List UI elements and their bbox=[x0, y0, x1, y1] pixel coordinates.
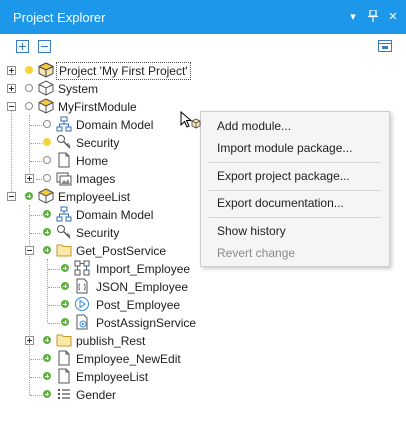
tree-connector bbox=[30, 233, 42, 234]
tree-connector bbox=[11, 106, 12, 198]
page-icon bbox=[56, 350, 72, 366]
status-dot bbox=[25, 66, 33, 74]
tree-connector bbox=[30, 161, 42, 162]
panel-title: Project Explorer bbox=[13, 10, 106, 25]
tree-connector bbox=[30, 125, 42, 126]
tree-connector bbox=[48, 323, 60, 324]
menu-revert-change: Revert change bbox=[217, 246, 296, 260]
tree-item-label: Domain Model bbox=[76, 118, 154, 132]
enumeration-icon bbox=[56, 386, 72, 402]
menu-export-documentation[interactable]: Export documentation... bbox=[217, 196, 344, 210]
status-dot bbox=[25, 192, 33, 200]
tree-connector bbox=[36, 179, 42, 180]
service-icon bbox=[74, 314, 90, 330]
tree-item-label: Gender bbox=[76, 388, 117, 402]
menu-export-project-package[interactable]: Export project package... bbox=[217, 169, 350, 183]
tree-item-label: EmployeeList bbox=[76, 370, 149, 384]
expand-all-icon[interactable] bbox=[16, 40, 29, 53]
status-dot bbox=[43, 174, 51, 182]
menu-show-history[interactable]: Show history bbox=[217, 224, 286, 238]
key-icon bbox=[56, 224, 72, 240]
status-dot bbox=[61, 282, 69, 290]
tree-connector bbox=[30, 215, 42, 216]
page-icon bbox=[56, 368, 72, 384]
mouse-cursor-icon bbox=[180, 110, 202, 134]
tree-item-label: Import_Employee bbox=[96, 262, 191, 276]
status-dot bbox=[61, 318, 69, 326]
tree-item-label: Project 'My First Project' bbox=[56, 62, 191, 80]
status-dot bbox=[43, 228, 51, 236]
panel-titlebar: Project Explorer ▾ ✕ bbox=[0, 0, 406, 34]
menu-separator bbox=[209, 190, 381, 191]
tree-item-label: EmployeeList bbox=[58, 190, 131, 204]
status-dot bbox=[61, 300, 69, 308]
dropdown-icon[interactable]: ▾ bbox=[346, 10, 360, 24]
tree-connector bbox=[30, 143, 42, 144]
module-icon bbox=[38, 188, 54, 204]
tree-item-label: Post_Employee bbox=[96, 298, 181, 312]
tree-item-label: Images bbox=[76, 172, 116, 186]
tree-item-label: Security bbox=[76, 226, 120, 240]
tree-item-label: Get_PostService bbox=[76, 244, 167, 258]
status-dot bbox=[43, 372, 51, 380]
domain-model-icon bbox=[56, 116, 72, 132]
expand-toggle[interactable] bbox=[25, 174, 34, 183]
expand-toggle[interactable] bbox=[7, 84, 16, 93]
status-dot bbox=[43, 156, 51, 164]
module-icon bbox=[38, 80, 54, 96]
tree-connector bbox=[30, 359, 42, 360]
status-dot bbox=[25, 102, 33, 110]
collapse-all-icon[interactable] bbox=[38, 40, 51, 53]
tree-connector bbox=[30, 395, 42, 396]
tree-item-label: Employee_NewEdit bbox=[76, 352, 181, 366]
status-dot bbox=[43, 138, 51, 146]
status-dot bbox=[43, 210, 51, 218]
tree-item-label: PostAssignService bbox=[96, 316, 197, 330]
status-dot bbox=[43, 336, 51, 344]
sync-editor-icon[interactable] bbox=[378, 40, 392, 52]
status-dot bbox=[43, 354, 51, 362]
project-icon bbox=[38, 62, 54, 78]
microflow-icon bbox=[74, 296, 90, 312]
explorer-toolbar bbox=[0, 34, 406, 60]
tree-item-label: Domain Model bbox=[76, 208, 154, 222]
expand-toggle[interactable] bbox=[7, 66, 16, 75]
tree-item-label: publish_Rest bbox=[76, 334, 146, 348]
images-icon bbox=[56, 170, 72, 186]
tree-item-label: System bbox=[58, 82, 99, 96]
close-icon[interactable]: ✕ bbox=[386, 10, 400, 24]
tree-connector bbox=[48, 269, 60, 270]
pin-icon[interactable] bbox=[366, 9, 380, 26]
module-icon bbox=[38, 98, 54, 114]
tree-item-label: MyFirstModule bbox=[58, 100, 137, 114]
collapse-toggle[interactable] bbox=[25, 246, 34, 255]
import-mapping-icon bbox=[74, 260, 90, 276]
key-icon bbox=[56, 134, 72, 150]
tree-connector bbox=[48, 287, 60, 288]
menu-separator bbox=[209, 217, 381, 218]
menu-add-module[interactable]: Add module... bbox=[217, 119, 291, 133]
expand-toggle[interactable] bbox=[25, 336, 34, 345]
menu-import-module-package[interactable]: Import module package... bbox=[217, 141, 352, 155]
tree-item-label: Home bbox=[76, 154, 109, 168]
domain-model-icon bbox=[56, 206, 72, 222]
folder-icon bbox=[56, 332, 72, 348]
tree-connector bbox=[48, 305, 60, 306]
status-dot bbox=[61, 264, 69, 272]
menu-separator bbox=[209, 162, 381, 163]
folder-icon bbox=[56, 242, 72, 258]
status-dot bbox=[43, 246, 51, 254]
status-dot bbox=[43, 390, 51, 398]
tree-item-label: JSON_Employee bbox=[96, 280, 189, 294]
json-icon bbox=[74, 278, 90, 294]
tree-connector bbox=[30, 377, 42, 378]
context-menu: Add module... Import module package... E… bbox=[200, 111, 390, 267]
tree-item-label: Security bbox=[76, 136, 120, 150]
status-dot bbox=[25, 84, 33, 92]
collapse-toggle[interactable] bbox=[7, 192, 16, 201]
status-dot bbox=[43, 120, 51, 128]
page-icon bbox=[56, 152, 72, 168]
collapse-toggle[interactable] bbox=[7, 102, 16, 111]
